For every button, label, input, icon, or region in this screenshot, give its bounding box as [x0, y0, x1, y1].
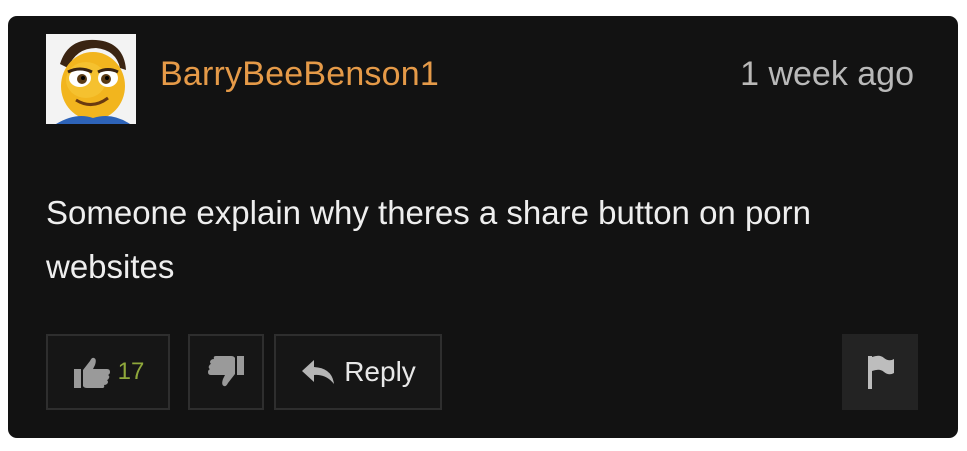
thumbs-up-icon — [72, 355, 112, 389]
flag-icon — [864, 353, 896, 391]
comment-card: BarryBeeBenson1 1 week ago Someone expla… — [8, 16, 958, 438]
like-button[interactable]: 17 — [46, 334, 170, 410]
dislike-button[interactable] — [188, 334, 264, 410]
bee-face-icon — [46, 34, 136, 124]
like-count: 17 — [117, 358, 145, 385]
thumbs-down-icon — [206, 355, 246, 389]
avatar[interactable] — [46, 34, 136, 124]
comment-text: Someone explain why theres a share butto… — [46, 194, 811, 285]
reply-button[interactable]: Reply — [274, 334, 442, 410]
reply-arrow-icon — [300, 358, 336, 386]
username[interactable]: BarryBeeBenson1 — [160, 54, 439, 94]
reply-label: Reply — [344, 356, 416, 387]
flag-button[interactable] — [842, 334, 918, 410]
timestamp: 1 week ago — [740, 55, 914, 93]
